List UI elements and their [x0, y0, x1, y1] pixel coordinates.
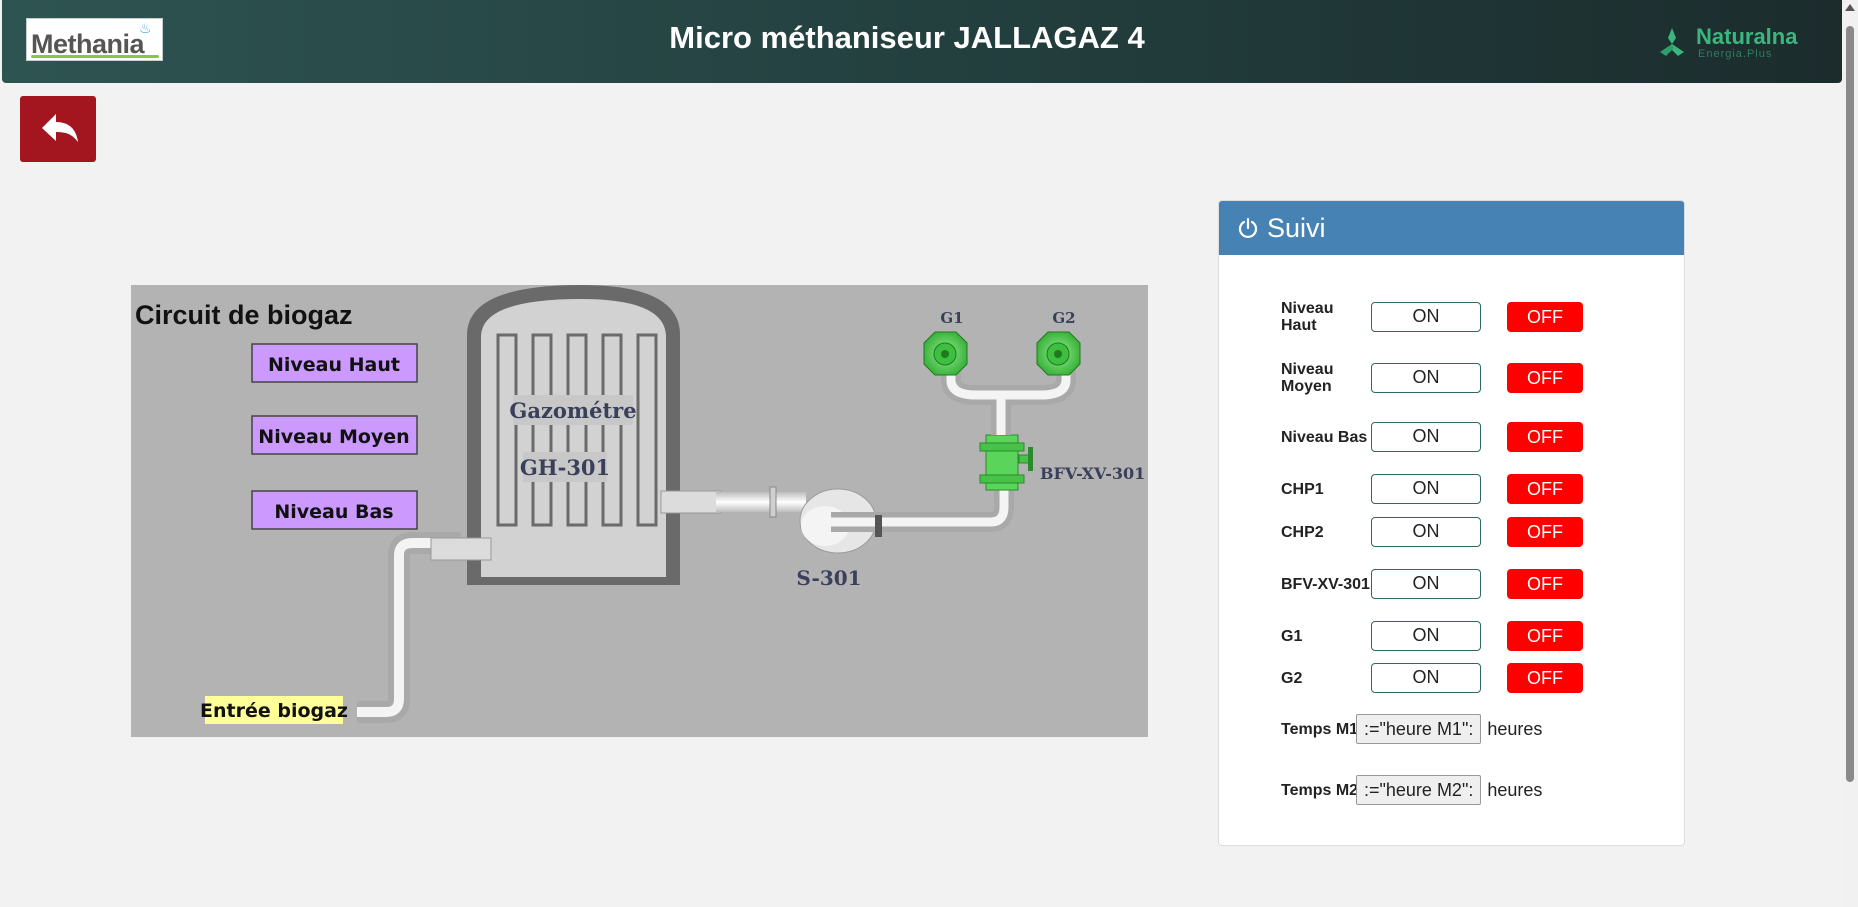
suivi-panel: Suivi Niveau Haut ON OFF Niveau Moyen ON… — [1218, 200, 1685, 846]
status-row-niveau-haut: Niveau Haut ON OFF — [1281, 300, 1661, 334]
app-header: Methania ♨ Micro méthaniseur JALLAGAZ 4 … — [2, 0, 1842, 83]
on-button[interactable]: ON — [1371, 621, 1481, 651]
reply-arrow-icon — [42, 114, 78, 142]
off-button[interactable]: OFF — [1507, 621, 1583, 651]
biogas-circuit-diagram: Circuit de biogaz Niveau Haut Niveau Moy… — [131, 285, 1148, 737]
on-button[interactable]: ON — [1371, 474, 1481, 504]
on-button[interactable]: ON — [1371, 517, 1481, 547]
off-button[interactable]: OFF — [1507, 302, 1583, 332]
blower-tag: S-301 — [796, 566, 861, 590]
time-value-m1: :="heure M1": — [1356, 714, 1482, 744]
row-label: Niveau Haut — [1281, 300, 1334, 334]
time-value-m2: :="heure M2": — [1356, 775, 1482, 805]
g2-fan-icon — [1036, 331, 1081, 376]
naturalna-logo: Naturalna Energia.Plus — [1652, 22, 1822, 62]
on-button[interactable]: ON — [1371, 569, 1481, 599]
on-button[interactable]: ON — [1371, 663, 1481, 693]
off-button[interactable]: OFF — [1507, 663, 1583, 693]
level-mid-label: Niveau Moyen — [258, 426, 409, 448]
time-unit: heures — [1487, 779, 1543, 800]
off-button[interactable]: OFF — [1507, 422, 1583, 452]
power-icon — [1238, 217, 1258, 239]
row-label: G1 — [1281, 627, 1303, 645]
time-unit: heures — [1487, 718, 1543, 739]
status-row-niveau-bas: Niveau Bas ON OFF — [1281, 422, 1661, 452]
panel-header: Suivi — [1219, 201, 1684, 255]
naturalna-logo-subtext: Energia.Plus — [1698, 48, 1773, 60]
status-row-chp2: CHP2 ON OFF — [1281, 517, 1661, 547]
panel-title: Suivi — [1267, 212, 1326, 243]
page-scrollbar[interactable] — [1842, 0, 1858, 907]
scroll-thumb[interactable] — [1846, 26, 1854, 782]
g2-tag: G2 — [1052, 309, 1075, 327]
status-row-chp1: CHP1 ON OFF — [1281, 474, 1661, 504]
off-button[interactable]: OFF — [1507, 363, 1583, 393]
diagram-title: Circuit de biogaz — [135, 300, 353, 330]
g1-tag: G1 — [940, 309, 963, 327]
row-label: G2 — [1281, 669, 1303, 687]
level-low-label: Niveau Bas — [274, 501, 393, 523]
row-label: BFV-XV-301 — [1281, 575, 1370, 593]
row-label: Niveau Moyen — [1281, 361, 1334, 395]
on-button[interactable]: ON — [1371, 422, 1481, 452]
page-title: Micro méthaniseur JALLAGAZ 4 — [669, 20, 1145, 55]
g1-fan-icon — [923, 331, 968, 376]
row-label: CHP1 — [1281, 480, 1324, 498]
level-high-label: Niveau Haut — [268, 354, 400, 376]
status-row-niveau-moyen: Niveau Moyen ON OFF — [1281, 361, 1661, 395]
gasometer-tag: GH-301 — [520, 455, 610, 480]
on-button[interactable]: ON — [1371, 302, 1481, 332]
off-button[interactable]: OFF — [1507, 517, 1583, 547]
status-row-bfv-xv-301: BFV-XV-301 ON OFF — [1281, 569, 1661, 599]
off-button[interactable]: OFF — [1507, 569, 1583, 599]
scroll-up-icon[interactable] — [1845, 4, 1855, 11]
naturalna-logo-text: Naturalna — [1696, 24, 1798, 49]
off-button[interactable]: OFF — [1507, 474, 1583, 504]
status-row-g2: G2 ON OFF — [1281, 663, 1661, 693]
status-row-g1: G1 ON OFF — [1281, 621, 1661, 651]
naturalna-leaf-icon — [1660, 28, 1684, 56]
row-label: CHP2 — [1281, 523, 1324, 541]
row-label: Niveau Bas — [1281, 428, 1368, 446]
inlet-label: Entrée biogaz — [200, 700, 348, 722]
back-button[interactable] — [20, 96, 96, 162]
on-button[interactable]: ON — [1371, 363, 1481, 393]
time-row-m2: Temps M2 :="heure M2": heures — [1281, 775, 1661, 805]
valve-tag: BFV-XV-301 — [1040, 464, 1145, 483]
time-row-m1: Temps M1 :="heure M1": heures — [1281, 714, 1661, 744]
gasometer-label: Gazométre — [509, 398, 636, 423]
